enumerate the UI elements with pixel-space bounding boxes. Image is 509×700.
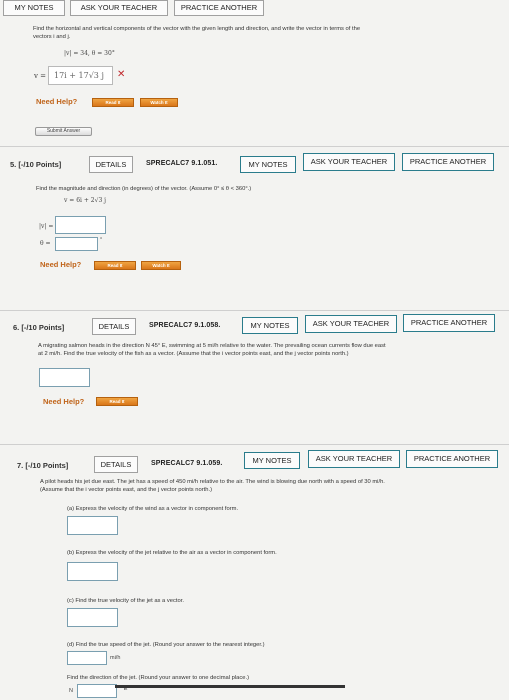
prev-watch-it-button[interactable]: Watch It [140, 98, 178, 107]
q7-part-b-label: (b) Express the velocity of the jet rela… [67, 550, 277, 556]
q5-read-it-button[interactable]: Read It [94, 261, 136, 270]
incorrect-icon: ✕ [117, 69, 126, 80]
q7-part-c-label: (c) Find the true velocity of the jet as… [67, 598, 184, 604]
prev-read-it-button[interactable]: Read It [92, 98, 134, 107]
q5-vector: v = 6i + 2√3 j [64, 197, 107, 204]
q7-part-c-input[interactable] [67, 608, 118, 627]
q6-practice-another-button[interactable]: PRACTICE ANOTHER [403, 314, 495, 332]
q7-prompt: A pilot heads his jet due east. The jet … [40, 479, 385, 493]
q5-magnitude-label: |v| = [39, 223, 54, 230]
prev-v-label: v = [34, 72, 47, 80]
divider [0, 310, 509, 311]
q7-speed-input[interactable] [67, 651, 107, 665]
prev-answer-field[interactable]: 17i + 17√3 j [48, 66, 113, 85]
q6-code: SPRECALC7 9.1.058. [149, 322, 221, 329]
q6-details-button[interactable]: DETAILS [92, 318, 136, 335]
q5-code: SPRECALC7 9.1.051. [146, 160, 218, 167]
q5-details-button[interactable]: DETAILS [89, 156, 133, 173]
prev-answer-value: 17i + 17√3 j [54, 71, 104, 80]
q7-number: 7. [-/10 Points] [17, 461, 69, 470]
q6-need-help-label: Need Help? [43, 397, 85, 406]
q7-direction-prompt: Find the direction of the jet. (Round yo… [67, 675, 250, 681]
divider [0, 444, 509, 445]
q5-need-help-label: Need Help? [40, 260, 82, 269]
q6-read-it-button[interactable]: Read It [96, 397, 138, 406]
q7-ask-teacher-button[interactable]: ASK YOUR TEACHER [308, 450, 400, 468]
q7-code: SPRECALC7 9.1.059. [151, 460, 223, 467]
prev-prompt: Find the horizontal and vertical compone… [33, 26, 361, 40]
bottom-scroll-bar [115, 685, 345, 688]
q5-number: 5. [-/10 Points] [10, 160, 62, 169]
q6-prompt: A migrating salmon heads in the directio… [38, 343, 386, 357]
q7-part-a-input[interactable] [67, 516, 118, 535]
prev-need-help-label: Need Help? [36, 97, 78, 106]
q7-practice-another-button[interactable]: PRACTICE ANOTHER [406, 450, 498, 468]
prev-given: |v| = 34, θ = 30° [64, 50, 115, 57]
q5-direction-input[interactable] [55, 237, 98, 251]
q5-degree-symbol: ° [100, 237, 103, 243]
q6-velocity-input[interactable] [39, 368, 90, 387]
q5-magnitude-input[interactable] [55, 216, 106, 234]
q6-my-notes-button[interactable]: MY NOTES [242, 317, 298, 334]
q5-ask-teacher-button[interactable]: ASK YOUR TEACHER [303, 153, 395, 171]
q5-direction-label: θ = [40, 240, 51, 247]
q6-ask-teacher-button[interactable]: ASK YOUR TEACHER [305, 315, 397, 333]
q7-details-button[interactable]: DETAILS [94, 456, 138, 473]
q5-watch-it-button[interactable]: Watch It [141, 261, 181, 270]
q7-my-notes-button[interactable]: MY NOTES [244, 452, 300, 469]
q7-speed-unit: mi/h [110, 655, 121, 661]
q5-my-notes-button[interactable]: MY NOTES [240, 156, 296, 173]
q6-number: 6. [-/10 Points] [13, 323, 65, 332]
q7-direction-prefix: N [69, 688, 73, 694]
q7-part-a-label: (a) Express the velocity of the wind as … [67, 506, 239, 512]
prev-my-notes-button[interactable]: MY NOTES [3, 0, 65, 16]
q7-part-d-label: (d) Find the true speed of the jet. (Rou… [67, 642, 265, 648]
q5-practice-another-button[interactable]: PRACTICE ANOTHER [402, 153, 494, 171]
q7-part-b-input[interactable] [67, 562, 118, 581]
prev-ask-teacher-button[interactable]: ASK YOUR TEACHER [70, 0, 168, 16]
q5-prompt: Find the magnitude and direction (in deg… [36, 186, 252, 192]
prev-practice-another-button[interactable]: PRACTICE ANOTHER [174, 0, 264, 16]
divider [0, 146, 509, 147]
prev-submit-answer-button[interactable]: Submit Answer [35, 127, 92, 136]
q7-direction-input[interactable] [77, 684, 117, 698]
